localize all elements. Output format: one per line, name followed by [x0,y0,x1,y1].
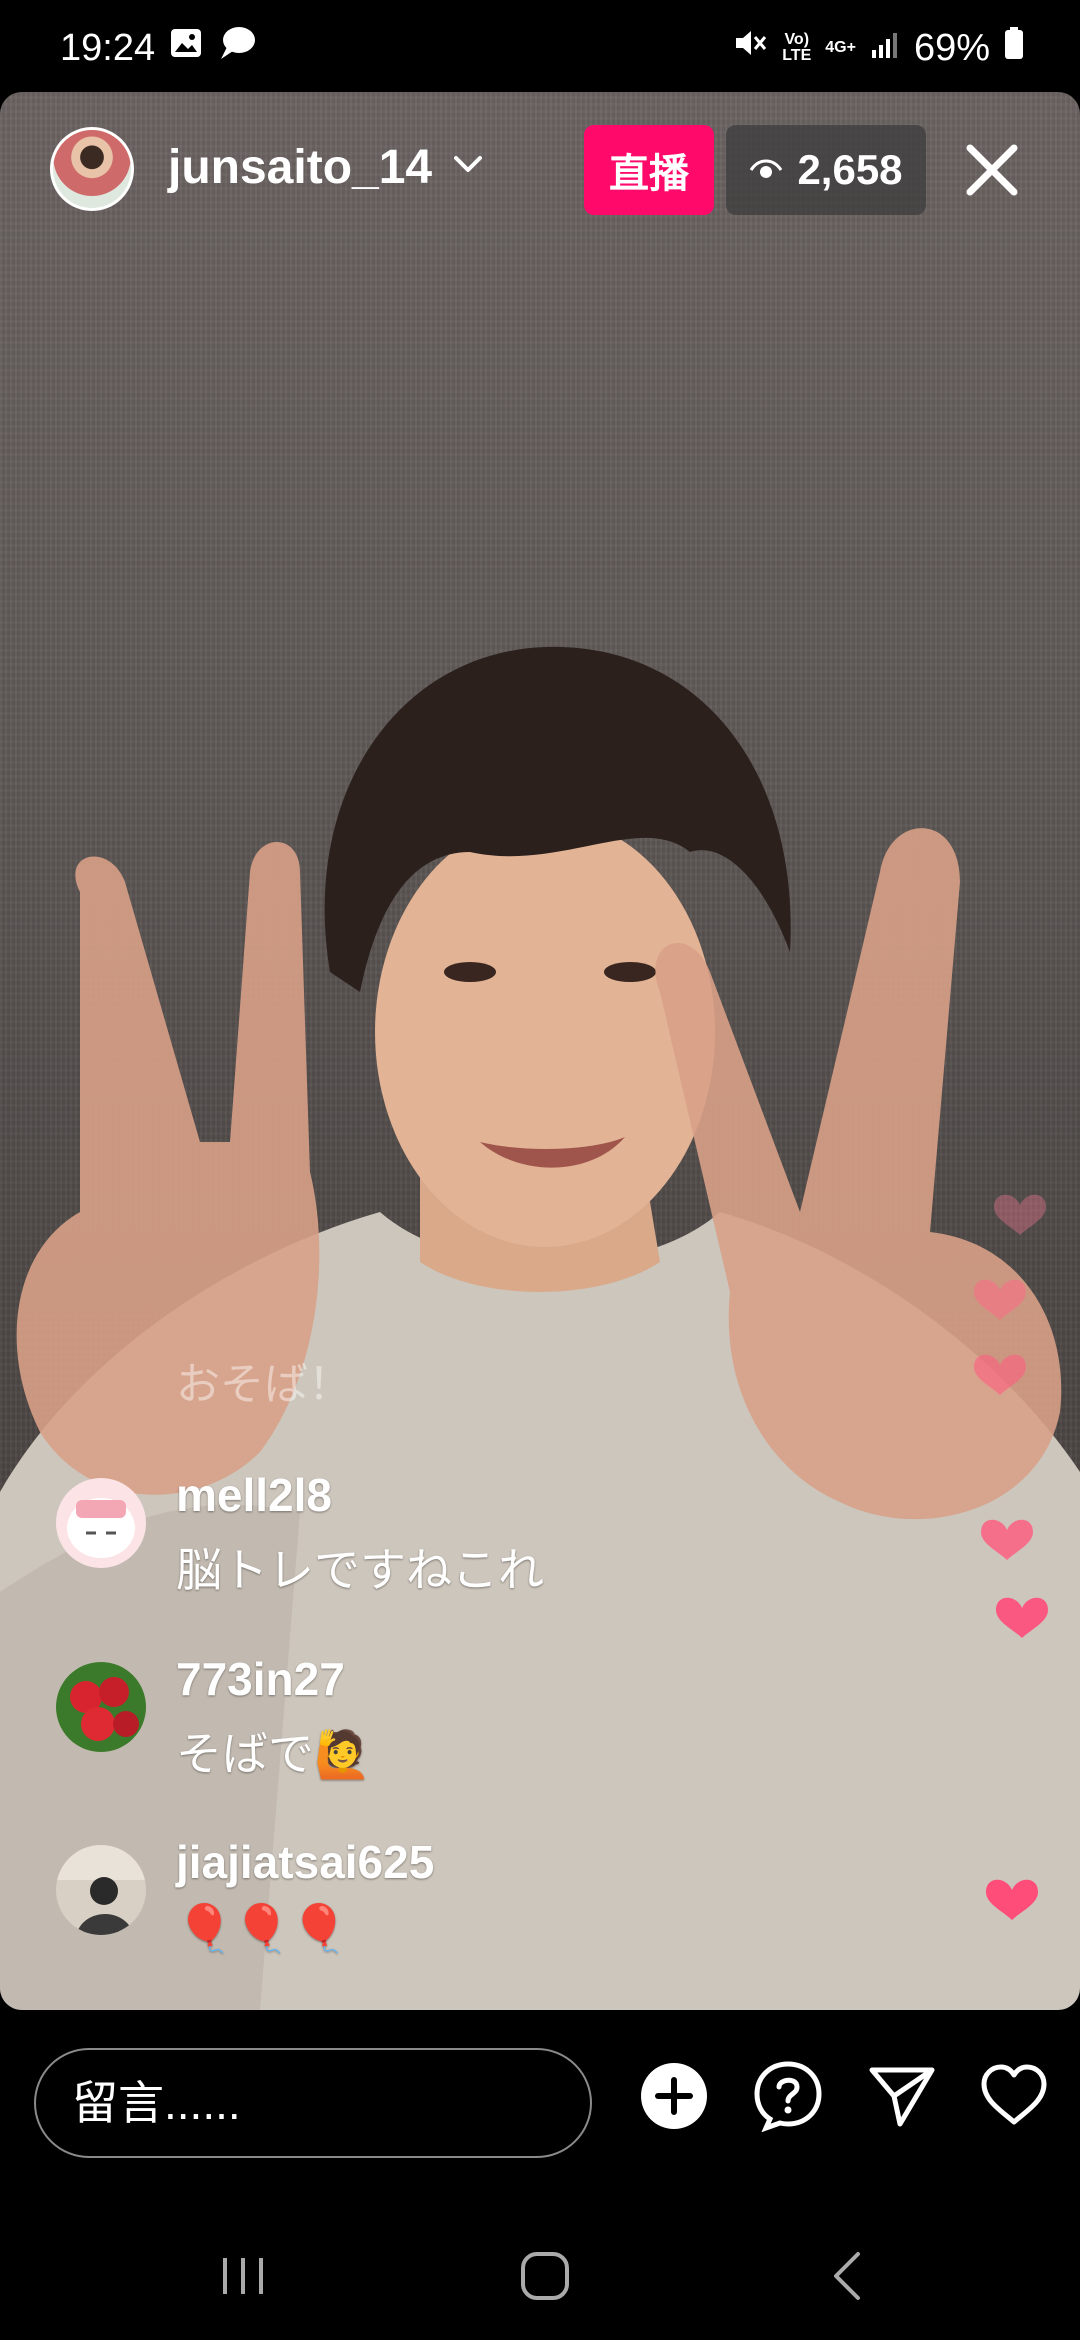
add-icon[interactable] [638,2060,710,2132]
question-icon[interactable] [752,2060,824,2132]
heart-icon [974,1279,1026,1320]
heart-icon [996,1597,1048,1638]
floating-hearts [974,1194,1048,1920]
heart-icon [994,1194,1046,1235]
comment-bar [0,2010,1080,2210]
heart-icon [981,1519,1033,1560]
send-icon[interactable] [866,2060,938,2132]
heart-icon [986,1879,1038,1920]
recent-apps-icon[interactable] [213,2246,273,2306]
comment-input[interactable] [34,2048,592,2158]
back-icon[interactable] [818,2246,878,2306]
heart-icon [974,1354,1026,1395]
home-icon[interactable] [515,2246,575,2306]
heart-icon[interactable] [978,2060,1050,2132]
system-nav-bar [0,2210,1080,2340]
